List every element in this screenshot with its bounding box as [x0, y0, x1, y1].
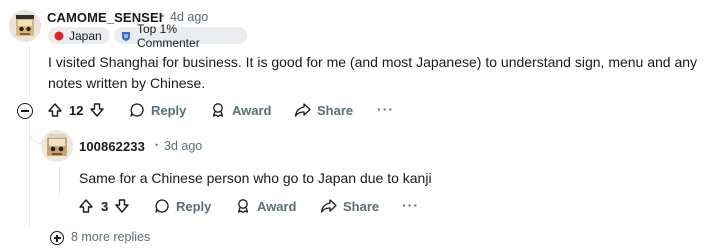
collapse-thread-button[interactable]	[17, 103, 33, 119]
more-replies-link[interactable]: 8 more replies	[50, 230, 160, 246]
award-icon	[210, 102, 226, 118]
snoo-avatar-icon	[41, 130, 73, 162]
user-avatar[interactable]	[9, 10, 41, 42]
downvote-icon[interactable]	[89, 102, 105, 118]
flair-label: Japan	[69, 28, 102, 43]
reply-reply-button[interactable]: Reply	[154, 198, 211, 214]
flair-label: Top 1% Commenter	[137, 21, 200, 50]
thread-line-main	[29, 46, 30, 98]
separator-dot: •	[161, 11, 165, 21]
reply-button[interactable]: Reply	[129, 102, 186, 118]
reply-label: Reply	[151, 102, 187, 118]
reply-timestamp[interactable]: 3d ago	[164, 139, 202, 153]
speech-bubble-icon	[129, 102, 145, 118]
vote-bar: 12	[47, 102, 105, 118]
flair-badge-country: Japan	[48, 27, 110, 44]
expand-plus-icon	[50, 231, 64, 245]
upvote-icon[interactable]	[78, 198, 94, 214]
downvote-icon[interactable]	[114, 198, 130, 214]
share-icon	[320, 198, 337, 214]
award-button[interactable]: Award	[210, 102, 272, 118]
comment-body-line-1: I visited Shanghai for business. It is g…	[48, 54, 698, 70]
top-commenter-icon	[120, 30, 132, 42]
reply-vote-bar: 3	[78, 198, 130, 214]
share-button[interactable]: Share	[294, 102, 353, 118]
share-label: Share	[343, 198, 380, 214]
reply-label: Reply	[176, 198, 212, 214]
comment-body-line-2: notes written by Chinese.	[48, 75, 206, 91]
reply-share-button[interactable]: Share	[320, 198, 379, 214]
thread-branch	[29, 120, 41, 144]
thread-line-reply-child	[59, 166, 60, 196]
award-icon	[235, 198, 251, 214]
flair-badge-top-commenter: Top 1% Commenter	[114, 22, 247, 50]
award-label: Award	[232, 102, 272, 118]
vote-count: 12	[69, 102, 84, 118]
reply-user-avatar[interactable]	[41, 130, 73, 162]
snoo-avatar-icon	[9, 10, 41, 42]
speech-bubble-icon	[154, 198, 170, 214]
upvote-icon[interactable]	[47, 102, 63, 118]
vote-count: 3	[101, 198, 109, 214]
reply-more-options-button[interactable]: ···	[402, 197, 419, 213]
reply-body: Same for a Chinese person who go to Japa…	[79, 170, 432, 186]
award-label: Award	[257, 198, 297, 214]
reply-award-button[interactable]: Award	[235, 198, 297, 214]
red-circle-icon	[54, 31, 64, 41]
share-label: Share	[317, 102, 354, 118]
more-replies-label: 8 more replies	[71, 230, 151, 244]
share-icon	[294, 102, 311, 118]
separator-dot: •	[155, 140, 159, 150]
more-options-button[interactable]: ···	[377, 101, 394, 117]
reply-username[interactable]: 100862233	[79, 139, 145, 154]
